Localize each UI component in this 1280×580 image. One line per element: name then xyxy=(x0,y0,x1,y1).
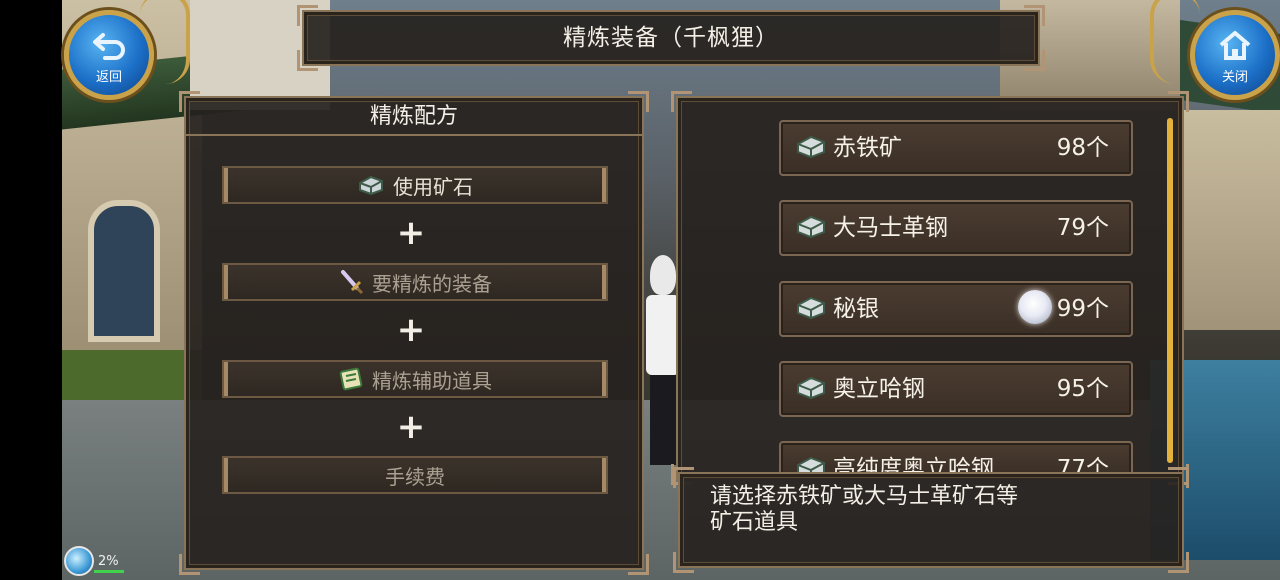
ore-name: 赤铁矿 xyxy=(833,135,902,161)
frame-corner xyxy=(671,91,692,112)
equipment-slot-label: 要精炼的装备 xyxy=(372,271,492,296)
fee-slot: 手续费 xyxy=(222,456,608,494)
hint-line-2: 矿石道具 xyxy=(710,510,799,535)
auxiliary-item-slot-label: 精炼辅助道具 xyxy=(372,368,492,393)
sword-icon xyxy=(341,270,364,295)
ore-item[interactable]: 秘银 99个 xyxy=(779,281,1133,337)
hint-panel: 请选择赤铁矿或大马士革矿石等 矿石道具 xyxy=(673,467,1189,573)
frame-corner xyxy=(673,467,694,488)
hint-line-1: 请选择赤铁矿或大马士革矿石等 xyxy=(710,484,1019,509)
recipe-title: 精炼配方 xyxy=(369,104,458,129)
ore-icon xyxy=(797,296,825,320)
ore-icon xyxy=(797,215,825,239)
ore-slot[interactable]: 使用矿石 xyxy=(222,166,608,204)
touch-cursor xyxy=(1018,290,1052,324)
ore-item[interactable]: 赤铁矿 98个 xyxy=(779,120,1133,176)
ore-name: 奥立哈钢 xyxy=(833,376,925,402)
ore-icon xyxy=(359,175,383,196)
scroll-icon xyxy=(339,367,363,391)
ore-name: 大马士革钢 xyxy=(833,215,948,241)
ore-name: 秘银 xyxy=(833,296,879,322)
frame-corner xyxy=(673,552,694,573)
page-title: 精炼装备（千枫狸） xyxy=(563,25,779,51)
frame-corner xyxy=(179,554,200,575)
close-button-label: 关闭 xyxy=(1221,70,1248,85)
back-button-label: 返回 xyxy=(95,70,122,85)
ore-list-scrollbar[interactable] xyxy=(1167,118,1173,463)
home-icon xyxy=(1219,31,1251,60)
arched-window xyxy=(88,200,160,342)
plus-sign: + xyxy=(396,310,426,350)
ore-icon xyxy=(797,135,825,159)
title-bar: 精炼装备（千枫狸） xyxy=(297,5,1045,71)
ore-slot-label: 使用矿石 xyxy=(393,174,473,199)
equipment-slot[interactable]: 要精炼的装备 xyxy=(222,263,608,301)
auxiliary-item-slot[interactable]: 精炼辅助道具 xyxy=(222,360,608,398)
recipe-header: 精炼配方 xyxy=(186,98,642,136)
ore-quantity: 99个 xyxy=(1056,296,1109,322)
character-head xyxy=(650,255,676,295)
fee-slot-label: 手续费 xyxy=(385,464,445,489)
back-button[interactable]: 返回 xyxy=(64,10,154,100)
status-indicator: 2% xyxy=(64,546,124,576)
plus-sign: + xyxy=(396,407,426,447)
scrollbar-thumb[interactable] xyxy=(1167,118,1173,463)
frame-corner xyxy=(1168,552,1189,573)
ore-icon xyxy=(797,376,825,400)
ore-quantity: 79个 xyxy=(1056,215,1109,241)
back-arrow-icon xyxy=(93,33,125,60)
recipe-panel: 精炼配方 使用矿石 + 要精炼的装备 + 精炼辅助道具 + 手续费 xyxy=(179,91,649,575)
character-legs xyxy=(650,375,676,465)
left-letterbox xyxy=(0,0,62,580)
globe-icon xyxy=(64,546,94,576)
frame-corner xyxy=(1168,467,1189,488)
ore-list-panel: 赤铁矿 98个 大马士革钢 79个 秘银 99个 奥立哈钢 95个 高纯度奥立哈… xyxy=(671,91,1189,485)
ore-quantity: 98个 xyxy=(1056,135,1109,161)
ore-quantity: 95个 xyxy=(1056,376,1109,402)
plus-sign: + xyxy=(396,213,426,253)
ore-item[interactable]: 大马士革钢 79个 xyxy=(779,200,1133,256)
status-progress-bar xyxy=(94,570,124,573)
close-button[interactable]: 关闭 xyxy=(1190,10,1280,100)
status-percent: 2% xyxy=(98,553,119,569)
hint-text: 请选择赤铁矿或大马士革矿石等 矿石道具 xyxy=(710,484,1150,536)
building-right xyxy=(1180,110,1280,330)
frame-corner xyxy=(1168,91,1189,112)
character-torso xyxy=(646,295,680,375)
frame-corner xyxy=(628,554,649,575)
ore-item[interactable]: 奥立哈钢 95个 xyxy=(779,361,1133,417)
